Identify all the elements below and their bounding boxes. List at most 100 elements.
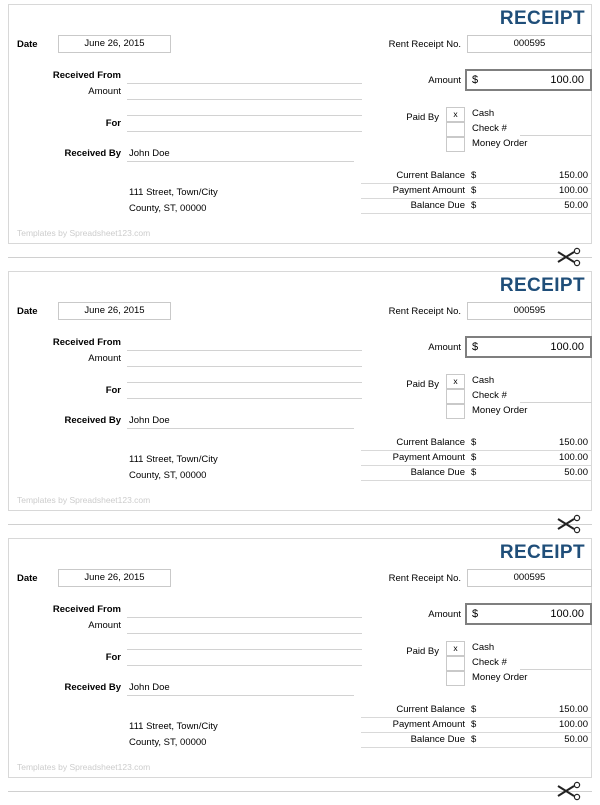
balance-currency: $	[471, 719, 477, 730]
balance-value[interactable]: 150.00	[559, 169, 588, 183]
checkbox[interactable]	[446, 671, 465, 686]
balance-row-current: Current Balance $ 150.00	[361, 436, 592, 451]
amount-field[interactable]: $ 100.00	[465, 69, 592, 91]
paid-by-label: Paid By	[406, 379, 439, 390]
balance-value[interactable]: 100.00	[559, 451, 588, 465]
date-label: Date	[17, 39, 38, 50]
balance-currency: $	[471, 185, 477, 196]
checkbox[interactable]	[446, 137, 465, 152]
cut-rule	[8, 524, 592, 525]
field-underline[interactable]	[127, 350, 362, 351]
field-label: Received From	[52, 604, 121, 615]
field-underline[interactable]	[127, 382, 362, 383]
balance-currency: $	[471, 734, 477, 745]
field-underline[interactable]	[127, 649, 362, 650]
address-line-1: 111 Street, Town/City	[129, 454, 218, 465]
balance-row-due: Balance Due $ 50.00	[361, 733, 592, 748]
field-underline[interactable]	[127, 161, 354, 162]
field-value[interactable]: John Doe	[129, 681, 170, 695]
checkbox[interactable]: x	[446, 374, 465, 389]
balance-table: Current Balance $ 150.00 Payment Amount …	[361, 703, 592, 748]
balance-label: Payment Amount	[392, 185, 465, 196]
date-field[interactable]: June 26, 2015	[58, 35, 171, 53]
check-number-input[interactable]	[520, 135, 592, 136]
balance-label: Balance Due	[410, 200, 465, 211]
scissors-icon	[557, 514, 581, 534]
receipt-title: RECEIPT	[499, 542, 585, 563]
field-underline[interactable]	[127, 366, 362, 367]
address-block: 111 Street, Town/City County, ST, 00000	[129, 719, 218, 751]
checkbox[interactable]: x	[446, 641, 465, 656]
date-field[interactable]: June 26, 2015	[58, 569, 171, 587]
paid-option-label: Money Order	[472, 405, 528, 416]
paid-option-label: Cash	[472, 642, 495, 653]
field-underline[interactable]	[127, 83, 362, 84]
checkbox[interactable]: x	[446, 107, 465, 122]
field-underline[interactable]	[127, 617, 362, 618]
receipt-card: RECEIPT Date June 26, 2015 Rent Receipt …	[8, 4, 592, 244]
paid-option-label: Money Order	[472, 138, 528, 149]
balance-currency: $	[471, 467, 477, 478]
checkbox[interactable]	[446, 389, 465, 404]
balance-value[interactable]: 50.00	[564, 199, 588, 213]
cut-rule	[8, 257, 592, 258]
check-number-input[interactable]	[520, 402, 592, 403]
balance-currency: $	[471, 452, 477, 463]
cut-line	[8, 244, 592, 271]
paid-option-label: Check #	[472, 657, 507, 668]
paid-option-label: Cash	[472, 375, 495, 386]
balance-table: Current Balance $ 150.00 Payment Amount …	[361, 436, 592, 481]
field-underline[interactable]	[127, 398, 362, 399]
address-block: 111 Street, Town/City County, ST, 00000	[129, 452, 218, 484]
date-label: Date	[17, 573, 38, 584]
field-amount-continued	[9, 368, 369, 384]
amount-value[interactable]: 100.00	[550, 341, 584, 353]
field-label: For	[105, 118, 121, 129]
balance-row-payment: Payment Amount $ 100.00	[361, 718, 592, 733]
checkbox[interactable]	[446, 404, 465, 419]
field-value[interactable]: John Doe	[129, 414, 170, 428]
address-line-2: County, ST, 00000	[129, 203, 207, 214]
rent-receipt-no-field[interactable]: 000595	[467, 302, 592, 320]
checkbox[interactable]	[446, 656, 465, 671]
amount-field[interactable]: $ 100.00	[465, 603, 592, 625]
receipt-left-fields: Received From Amount For Received By Joh…	[9, 69, 369, 162]
template-credit: Templates by Spreadsheet123.com	[17, 495, 151, 505]
field-underline[interactable]	[127, 665, 362, 666]
balance-value[interactable]: 50.00	[564, 733, 588, 747]
balance-value[interactable]: 150.00	[559, 436, 588, 450]
amount-value[interactable]: 100.00	[550, 608, 584, 620]
checkbox[interactable]	[446, 122, 465, 137]
address-line-2: County, ST, 00000	[129, 737, 207, 748]
field-underline[interactable]	[127, 115, 362, 116]
balance-value[interactable]: 150.00	[559, 703, 588, 717]
date-field[interactable]: June 26, 2015	[58, 302, 171, 320]
amount-value[interactable]: 100.00	[550, 74, 584, 86]
date-label: Date	[17, 306, 38, 317]
field-value[interactable]: John Doe	[129, 147, 170, 161]
amount-label: Amount	[428, 609, 461, 620]
balance-value[interactable]: 50.00	[564, 466, 588, 480]
field-underline[interactable]	[127, 99, 362, 100]
balance-currency: $	[471, 437, 477, 448]
check-number-input[interactable]	[520, 669, 592, 670]
amount-field[interactable]: $ 100.00	[465, 336, 592, 358]
field-label: Received By	[64, 148, 121, 159]
field-label: Amount	[88, 620, 121, 631]
field-label: Received By	[64, 682, 121, 693]
field-underline[interactable]	[127, 131, 362, 132]
paid-by-label: Paid By	[406, 646, 439, 657]
balance-label: Current Balance	[396, 170, 465, 181]
balance-label: Payment Amount	[392, 719, 465, 730]
rent-receipt-no-field[interactable]: 000595	[467, 35, 592, 53]
field-underline[interactable]	[127, 428, 354, 429]
balance-value[interactable]: 100.00	[559, 184, 588, 198]
scissors-icon	[557, 247, 581, 267]
field-underline[interactable]	[127, 695, 354, 696]
field-underline[interactable]	[127, 633, 362, 634]
balance-value[interactable]: 100.00	[559, 718, 588, 732]
balance-row-payment: Payment Amount $ 100.00	[361, 451, 592, 466]
balance-label: Balance Due	[410, 467, 465, 478]
field-amount: Amount	[9, 352, 369, 368]
rent-receipt-no-field[interactable]: 000595	[467, 569, 592, 587]
